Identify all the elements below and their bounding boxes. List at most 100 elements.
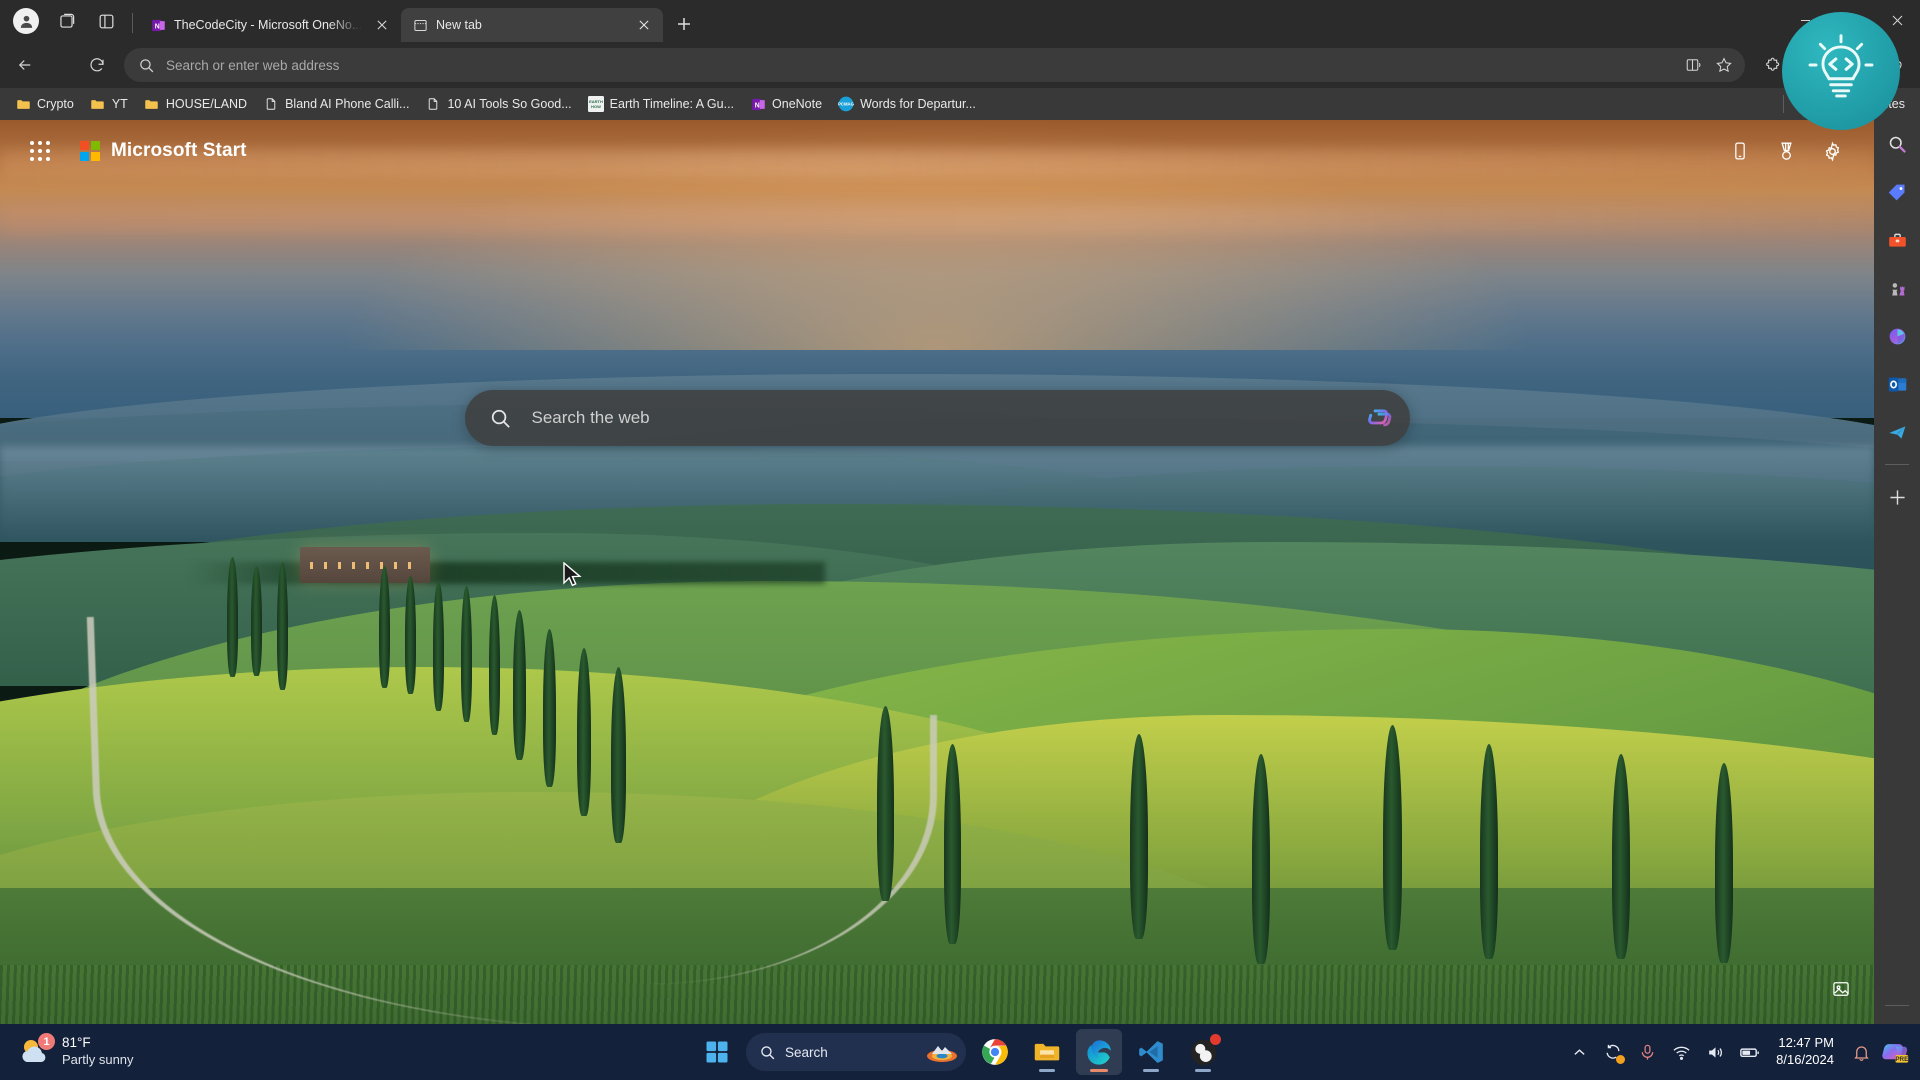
bing-wallpaper-icon — [926, 1041, 958, 1063]
sidebar-add-button[interactable] — [1881, 481, 1913, 513]
image-icon — [1831, 979, 1851, 999]
tab-thecodecity-onenote[interactable]: N TheCodeCity - Microsoft OneNo... — [139, 8, 401, 42]
lightbulb-code-icon — [1798, 28, 1884, 114]
sidebar-item-shopping[interactable] — [1881, 176, 1913, 208]
rewards-button[interactable] — [1766, 131, 1806, 171]
waffle-icon — [30, 141, 50, 161]
microsoft-logo-icon — [80, 141, 100, 161]
cypress-tree — [379, 566, 390, 688]
cypress-tree — [1130, 734, 1148, 939]
bookmark-label: 10 AI Tools So Good... — [447, 97, 571, 111]
bookmark-words-for-departure[interactable]: PCMAG Words for Departur... — [831, 93, 983, 115]
refresh-button[interactable] — [80, 48, 114, 82]
bookmark-earth-timeline[interactable]: EARTHHOW Earth Timeline: A Gu... — [581, 93, 741, 115]
bookmark-label: OneNote — [772, 97, 822, 111]
wifi-icon[interactable] — [1666, 1035, 1696, 1069]
workspaces-button[interactable] — [46, 4, 86, 38]
back-button[interactable] — [8, 48, 42, 82]
notifications-button[interactable] — [1846, 1035, 1876, 1069]
cypress-tree — [1252, 754, 1270, 964]
taskbar-app-google-chrome[interactable] — [972, 1029, 1018, 1075]
bookmark-label: Words for Departur... — [860, 97, 976, 111]
edge-browser-window: N TheCodeCity - Microsoft OneNo... New t… — [0, 0, 1920, 1080]
bookmark-onenote[interactable]: N OneNote — [743, 93, 829, 115]
cypress-tree — [405, 576, 416, 694]
copilot-circle-icon — [1887, 326, 1908, 347]
weather-text: 81°F Partly sunny — [62, 1035, 134, 1068]
web-search-placeholder: Search the web — [532, 408, 1360, 428]
sidebar-item-copilot[interactable] — [1881, 320, 1913, 352]
tab-new-tab[interactable]: New tab — [401, 8, 663, 42]
tab-close-button[interactable] — [371, 14, 393, 36]
clock-and-date[interactable]: 12:47 PM 8/16/2024 — [1768, 1035, 1842, 1069]
windows-taskbar: 1 81°F Partly sunny Search — [0, 1024, 1920, 1080]
cypress-tree — [489, 595, 500, 735]
bookmark-yt[interactable]: YT — [83, 93, 135, 115]
chevron-up-icon — [1573, 1046, 1586, 1059]
running-indicator — [1090, 1069, 1108, 1072]
bookmark-10-ai-tools[interactable]: 10 AI Tools So Good... — [418, 93, 578, 115]
start-settings-button[interactable] — [1812, 131, 1852, 171]
address-bar[interactable]: Search or enter web address — [124, 48, 1745, 82]
taskbar-app-visual-studio-code[interactable] — [1128, 1029, 1174, 1075]
page-icon — [425, 96, 441, 112]
start-search-area: Search the web — [0, 390, 1874, 446]
taskbar-app-microsoft-edge[interactable] — [1076, 1029, 1122, 1075]
bookmark-bland-ai[interactable]: Bland AI Phone Calli... — [256, 93, 416, 115]
page-icon — [263, 96, 279, 112]
gear-icon — [1822, 141, 1843, 162]
sidebar-item-telegram[interactable] — [1881, 416, 1913, 448]
web-search-box[interactable]: Search the web — [465, 390, 1410, 446]
show-hidden-icons-button[interactable] — [1564, 1035, 1594, 1069]
image-info-button[interactable] — [1826, 974, 1856, 1004]
taskbar-search-box[interactable]: Search — [746, 1033, 966, 1071]
onedrive-sync-icon[interactable] — [1598, 1035, 1628, 1069]
start-button[interactable] — [694, 1029, 740, 1075]
microphone-icon — [1638, 1043, 1657, 1062]
cypress-tree — [611, 667, 626, 843]
puzzle-piece-icon — [1763, 56, 1782, 75]
bell-icon — [1852, 1043, 1871, 1062]
cypress-tree — [1383, 725, 1402, 950]
add-favorite-button[interactable] — [1709, 51, 1739, 79]
profile-button[interactable] — [6, 4, 46, 38]
sidebar-item-search[interactable] — [1881, 128, 1913, 160]
pcmag-icon: PCMAG — [838, 96, 854, 112]
msn-start-page: Microsoft Start — [0, 120, 1874, 1080]
onenote-icon: N — [750, 96, 766, 112]
cypress-tree — [227, 557, 238, 677]
bookmark-house-land[interactable]: HOUSE/LAND — [137, 93, 254, 115]
battery-icon[interactable] — [1734, 1035, 1764, 1069]
search-icon — [1887, 134, 1908, 155]
medal-icon — [1776, 141, 1797, 162]
volume-icon[interactable] — [1700, 1035, 1730, 1069]
taskbar-weather-widget[interactable]: 1 81°F Partly sunny — [6, 1031, 146, 1072]
running-indicator — [1143, 1069, 1159, 1072]
windows-logo-icon — [705, 1040, 729, 1064]
folder-icon — [1033, 1038, 1061, 1066]
favorites-divider — [1783, 95, 1784, 113]
partly-sunny-icon: 1 — [18, 1036, 52, 1068]
taskbar-search-label: Search — [785, 1045, 917, 1060]
sidebar-item-outlook[interactable] — [1881, 368, 1913, 400]
copilot-pre-icon: PRE — [1882, 1041, 1909, 1064]
app-launcher-button[interactable] — [22, 133, 58, 169]
taskbar-app-obs-studio[interactable] — [1180, 1029, 1226, 1075]
bookmark-crypto[interactable]: Crypto — [8, 93, 81, 115]
edge-sidebar — [1874, 120, 1920, 1080]
read-aloud-button[interactable] — [1679, 51, 1709, 79]
system-tray: 12:47 PM 8/16/2024 PRE — [1564, 1035, 1920, 1069]
copilot-search-button[interactable] — [1360, 398, 1400, 438]
new-tab-button[interactable] — [668, 9, 700, 39]
microsoft-start-brand[interactable]: Microsoft Start — [80, 140, 247, 162]
tab-close-button[interactable] — [633, 14, 655, 36]
tab-actions-button[interactable] — [86, 4, 126, 38]
cypress-tree — [251, 566, 262, 676]
copilot-tray-button[interactable]: PRE — [1880, 1035, 1910, 1069]
paper-plane-icon — [1887, 422, 1908, 443]
sidebar-item-games[interactable] — [1881, 272, 1913, 304]
sidebar-item-tools[interactable] — [1881, 224, 1913, 256]
phone-link-button[interactable] — [1720, 131, 1760, 171]
taskbar-app-file-explorer[interactable] — [1024, 1029, 1070, 1075]
microphone-icon[interactable] — [1632, 1035, 1662, 1069]
